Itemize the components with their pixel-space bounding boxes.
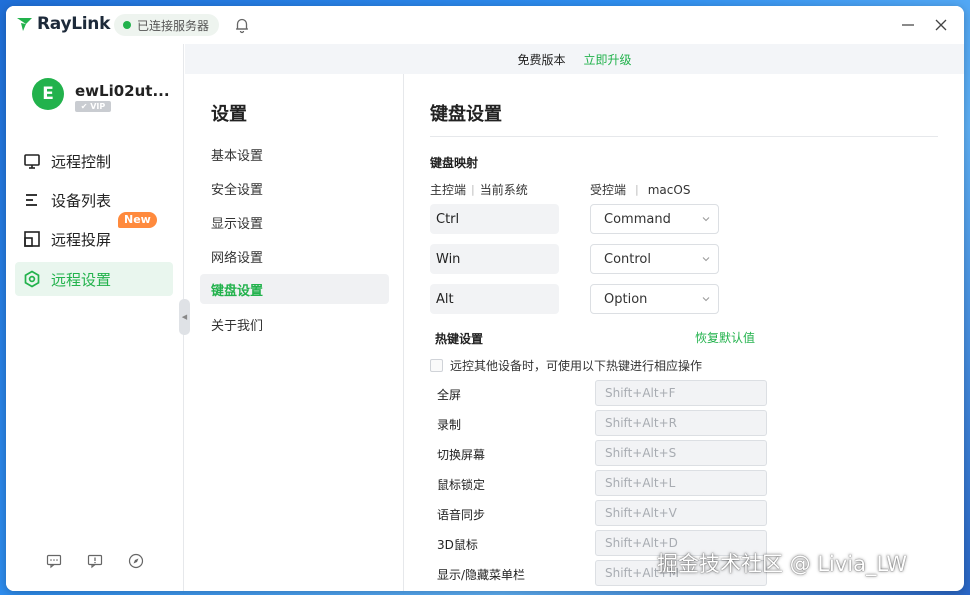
remote-label: 受控端 [590,183,627,197]
watermark: 掘金技术社区 @ Livia_LW [657,552,908,576]
menu-item-network[interactable]: 网络设置 [200,241,389,271]
hotkey-label-switch-screen: 切换屏幕 [437,448,486,462]
separator: | [635,183,639,196]
raylink-logo-icon [17,18,32,31]
hotkey-input-fullscreen[interactable]: Shift+Alt+F [595,380,767,406]
hotkey-label-voice-sync: 语音同步 [437,508,486,522]
select-value: Control [604,251,651,267]
version-text: 免费版本 [517,52,566,67]
hotkey-enable-checkbox[interactable] [430,359,443,372]
hotkey-input-mouse-lock[interactable]: Shift+Alt+L [595,470,767,496]
close-button[interactable] [931,15,951,35]
sidebar-bottom-actions [6,552,184,570]
sidebar-item-label: 设备列表 [51,191,112,210]
remote-system: macOS [647,182,691,197]
settings-hex-icon [23,270,41,288]
keyboard-settings-panel: 键盘设置 键盘映射 主控端 | 当前系统 受控端 | macOS Ctrl Co… [405,74,964,591]
local-key-ctrl: Ctrl [430,204,559,234]
menu-item-security[interactable]: 安全设置 [200,173,389,203]
hotkey-input-voice-sync[interactable]: Shift+Alt+V [595,500,767,526]
app-logo: RayLink [16,14,110,34]
remote-key-select-ctrl[interactable]: Command [590,204,719,234]
hotkey-section-title: 热键设置 [435,332,484,346]
chevron-down-icon [702,297,710,302]
chevron-down-icon [702,257,710,262]
chevron-down-icon [702,217,710,222]
hotkey-enable-label: 远控其他设备时，可使用以下热键进行相应操作 [450,359,703,373]
local-key-win: Win [430,244,559,274]
status-dot-icon [123,21,131,29]
remote-key-select-win[interactable]: Control [590,244,719,274]
chat-icon[interactable] [45,552,63,570]
compass-icon[interactable] [127,552,145,570]
restore-default-link[interactable]: 恢复默认值 [695,329,755,346]
minimize-icon [902,24,914,26]
hotkey-label-3d-mouse: 3D鼠标 [437,538,478,552]
local-label: 主控端 [430,183,467,197]
hotkey-input-switch-screen[interactable]: Shift+Alt+S [595,440,767,466]
remote-key-select-alt[interactable]: Option [590,284,719,314]
sidebar-item-remote-control[interactable]: 远程控制 [15,144,173,178]
hotkey-input-record[interactable]: Shift+Alt+R [595,410,767,436]
version-banner: 免费版本 立即升级 [185,44,964,74]
connection-status-text: 已连接服务器 [137,18,210,33]
app-window: RayLink 已连接服务器 免费版本 立即升级 E ewLi02ut... ✔… [6,6,964,591]
hotkey-enable-row: 远控其他设备时，可使用以下热键进行相应操作 [430,357,702,374]
local-system: 当前系统 [479,183,528,197]
feedback-icon[interactable] [86,552,104,570]
sidebar: E ewLi02ut... ✔ VIP 远程控制 设备列表 远程投屏 New 远… [6,44,184,591]
minimize-button[interactable] [898,15,918,35]
local-key-alt: Alt [430,284,559,314]
hotkey-label-record: 录制 [437,418,462,432]
mapping-section-title: 键盘映射 [430,156,479,170]
hotkey-label-fullscreen: 全屏 [437,388,462,402]
divider [430,136,938,137]
separator: | [471,183,475,196]
list-icon [23,191,41,209]
panel-title: 键盘设置 [430,104,502,125]
settings-title: 设置 [211,104,247,125]
close-icon [935,19,947,31]
hotkey-label-toggle-menubar: 显示/隐藏菜单栏 [437,568,526,582]
sidebar-item-label: 远程控制 [51,152,112,171]
vip-badge: ✔ VIP [75,101,111,112]
upgrade-link[interactable]: 立即升级 [584,51,632,68]
settings-menu: 设置 基本设置 安全设置 显示设置 网络设置 键盘设置 关于我们 [185,74,404,591]
connection-status: 已连接服务器 [114,14,220,36]
menu-item-about[interactable]: 关于我们 [200,309,389,339]
local-side-label: 主控端 | 当前系统 [430,181,528,198]
hotkey-label-mouse-lock: 鼠标锁定 [437,478,486,492]
select-value: Option [604,291,648,307]
screen-cast-icon [23,230,41,248]
menu-item-keyboard[interactable]: 键盘设置 [200,274,389,304]
title-bar: RayLink 已连接服务器 [6,6,964,44]
avatar[interactable]: E [32,78,64,110]
username: ewLi02ut... [75,82,170,100]
sidebar-item-label: 远程投屏 [51,230,112,249]
monitor-icon [23,152,41,170]
bell-icon[interactable] [233,16,251,34]
sidebar-item-label: 远程设置 [51,270,112,289]
select-value: Command [604,211,671,227]
sidebar-item-remote-settings[interactable]: 远程设置 [15,262,173,296]
menu-item-basic[interactable]: 基本设置 [200,139,389,169]
remote-side-label: 受控端 | macOS [590,181,690,198]
app-name: RayLink [37,14,111,34]
new-badge: New [118,212,157,228]
menu-item-display[interactable]: 显示设置 [200,207,389,237]
